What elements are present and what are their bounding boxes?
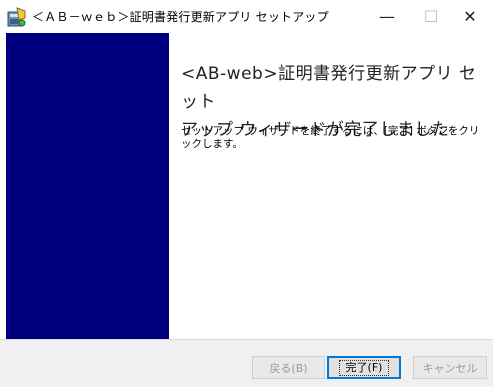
heading-line-1: <AB-web>証明書発行更新アプリ セット — [181, 64, 477, 112]
installer-icon — [6, 6, 28, 28]
completion-description: セットアップ ウィザードを終了するには、[完了] ボタンをクリックします。 — [181, 125, 480, 150]
maximize-button[interactable]: ☐ — [411, 0, 451, 33]
back-button-label: 戻る(B) — [269, 361, 308, 375]
finish-button[interactable]: 完了(F) — [327, 356, 401, 379]
cancel-button[interactable]: キャンセル — [413, 356, 487, 379]
window-title: ＜ＡＢ－ｗｅｂ＞証明書発行更新アプリ セットアップ — [32, 10, 329, 24]
close-button[interactable]: ✕ — [450, 0, 490, 33]
title-bar[interactable]: ＜ＡＢ－ｗｅｂ＞証明書発行更新アプリ セットアップ — ☐ ✕ — [0, 0, 493, 33]
back-button[interactable]: 戻る(B) — [252, 356, 325, 379]
minimize-button[interactable]: — — [367, 0, 407, 33]
finish-button-label: 完了(F) — [338, 359, 390, 376]
wizard-banner — [6, 33, 169, 339]
setup-wizard-window: ＜ＡＢ－ｗｅｂ＞証明書発行更新アプリ セットアップ — ☐ ✕ <AB-web>… — [0, 0, 493, 387]
cancel-button-label: キャンセル — [422, 361, 478, 375]
